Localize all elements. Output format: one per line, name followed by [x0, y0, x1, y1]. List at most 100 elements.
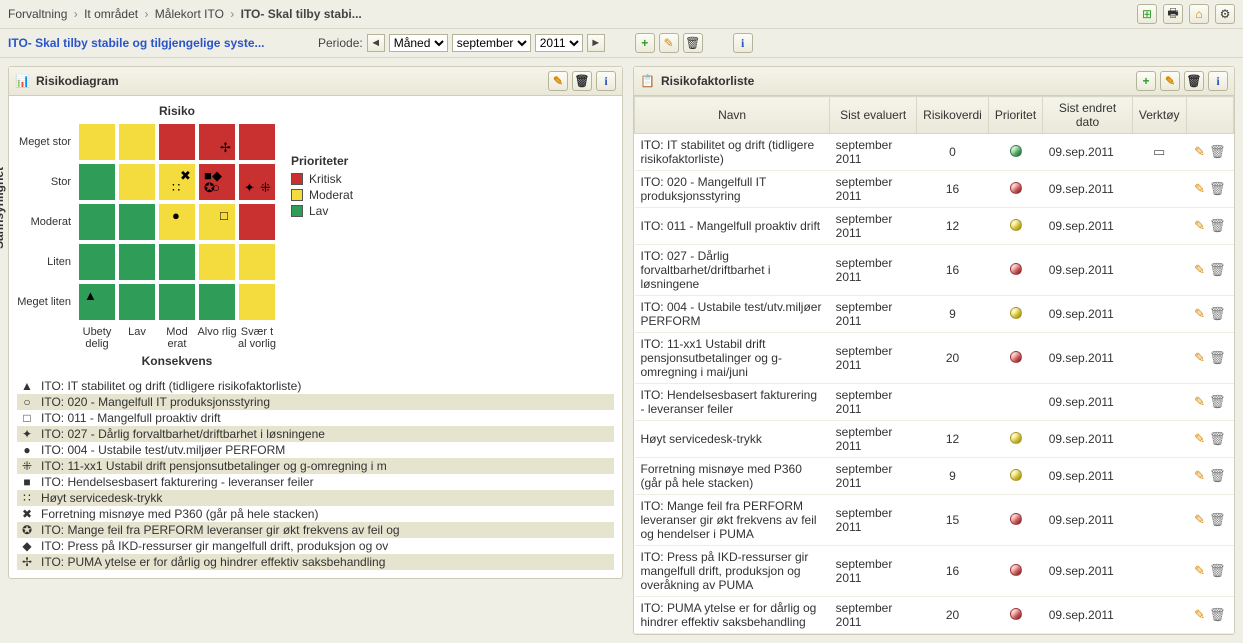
row-edit-button[interactable]: ✎ [1194, 563, 1205, 578]
period-prev-button[interactable]: ◄ [367, 34, 385, 52]
breadcrumb-item[interactable]: It området [84, 7, 138, 21]
risk-list-item[interactable]: ✦ITO: 027 - Dårlig forvaltbarhet/driftba… [17, 426, 614, 442]
panel-info-button[interactable]: i [1208, 71, 1228, 91]
chart-icon: 📊 [15, 74, 30, 88]
marker-symbol-icon: ✪ [19, 523, 35, 537]
panel-edit-button[interactable]: ✎ [1160, 71, 1180, 91]
cell-last-evaluated: september 2011 [830, 495, 917, 546]
table-row[interactable]: ITO: 004 - Ustabile test/utv.miljøer PER… [635, 296, 1234, 333]
row-delete-button[interactable]: 🗑 [1209, 563, 1226, 578]
table-row[interactable]: ITO: Mange feil fra PERFORM leveranser g… [635, 495, 1234, 546]
row-delete-button[interactable]: 🗑 [1209, 468, 1226, 483]
windows-icon[interactable]: ⊞ [1137, 4, 1157, 24]
column-header[interactable]: Sist evaluert [830, 97, 917, 134]
cell-tool [1132, 495, 1186, 546]
table-row[interactable]: ITO: Press på IKD-ressurser gir mangelfu… [635, 546, 1234, 597]
cell-last-evaluated: september 2011 [830, 458, 917, 495]
list-icon: 📋 [640, 74, 655, 88]
cell-tool [1132, 245, 1186, 296]
row-edit-button[interactable]: ✎ [1194, 181, 1205, 196]
cell-last-changed: 09.sep.2011 [1043, 245, 1133, 296]
risk-list-item[interactable]: ○ITO: 020 - Mangelfull IT produksjonssty… [17, 394, 614, 410]
row-delete-button[interactable]: 🗑 [1209, 350, 1226, 365]
risk-list-item[interactable]: ✢ITO: PUMA ytelse er for dårlig og hindr… [17, 554, 614, 570]
row-edit-button[interactable]: ✎ [1194, 144, 1205, 159]
edit-button[interactable]: ✎ [659, 33, 679, 53]
table-row[interactable]: ITO: PUMA ytelse er for dårlig og hindre… [635, 597, 1234, 634]
settings-icon[interactable]: ⚙ [1215, 4, 1235, 24]
row-delete-button[interactable]: 🗑 [1209, 512, 1226, 527]
panel-delete-button[interactable]: 🗑 [572, 71, 592, 91]
table-row[interactable]: ITO: 020 - Mangelfull IT produksjonsstyr… [635, 171, 1234, 208]
cell-tool [1132, 458, 1186, 495]
row-delete-button[interactable]: 🗑 [1209, 394, 1226, 409]
panel-delete-button[interactable]: 🗑 [1184, 71, 1204, 91]
add-button[interactable]: + [635, 33, 655, 53]
panel-edit-button[interactable]: ✎ [548, 71, 568, 91]
row-delete-button[interactable]: 🗑 [1209, 144, 1226, 159]
row-edit-button[interactable]: ✎ [1194, 350, 1205, 365]
risk-list-item[interactable]: ∷Høyt servicedesk-trykk [17, 490, 614, 506]
table-row[interactable]: Forretning misnøye med P360 (går på hele… [635, 458, 1234, 495]
column-header[interactable]: Sist endret dato [1043, 97, 1133, 134]
row-edit-button[interactable]: ✎ [1194, 607, 1205, 622]
breadcrumb-item[interactable]: Målekort ITO [155, 7, 224, 21]
cell-name: ITO: 004 - Ustabile test/utv.miljøer PER… [635, 296, 830, 333]
marker-symbol-icon: ● [19, 443, 35, 457]
column-header[interactable]: Navn [635, 97, 830, 134]
risk-list-item[interactable]: ◆ITO: Press på IKD-ressurser gir mangelf… [17, 538, 614, 554]
panel-add-button[interactable]: + [1136, 71, 1156, 91]
delete-button[interactable]: 🗑 [683, 33, 703, 53]
cell-tool [1132, 597, 1186, 634]
row-edit-button[interactable]: ✎ [1194, 431, 1205, 446]
tool-icon[interactable]: ▭ [1153, 144, 1165, 159]
print-icon[interactable]: 🖶 [1163, 4, 1183, 24]
risk-list-item[interactable]: ▲ITO: IT stabilitet og drift (tidligere … [17, 378, 614, 394]
info-button[interactable]: i [733, 33, 753, 53]
row-edit-button[interactable]: ✎ [1194, 468, 1205, 483]
risk-list-item[interactable]: ⁜ITO: 11-xx1 Ustabil drift pensjonsutbet… [17, 458, 614, 474]
row-delete-button[interactable]: 🗑 [1209, 262, 1226, 277]
table-row[interactable]: Høyt servicedesk-trykkseptember 20111209… [635, 421, 1234, 458]
row-edit-button[interactable]: ✎ [1194, 306, 1205, 321]
breadcrumb: Forvaltning › It området › Målekort ITO … [8, 7, 362, 21]
period-month-select[interactable]: september [452, 34, 531, 52]
cell-last-evaluated: september 2011 [830, 296, 917, 333]
table-row[interactable]: ITO: IT stabilitet og drift (tidligere r… [635, 134, 1234, 171]
marker-symbol-icon: ▲ [19, 379, 35, 393]
home-icon[interactable]: ⌂ [1189, 4, 1209, 24]
row-delete-button[interactable]: 🗑 [1209, 306, 1226, 321]
y-axis-label: Moderat [17, 202, 77, 242]
cell-actions: ✎🗑 [1186, 134, 1233, 171]
legend-item: Lav [291, 204, 353, 218]
row-delete-button[interactable]: 🗑 [1209, 607, 1226, 622]
row-delete-button[interactable]: 🗑 [1209, 181, 1226, 196]
panel-info-button[interactable]: i [596, 71, 616, 91]
column-header[interactable]: Prioritet [988, 97, 1042, 134]
cell-last-evaluated: september 2011 [830, 208, 917, 245]
row-edit-button[interactable]: ✎ [1194, 394, 1205, 409]
legend-label: Moderat [309, 188, 353, 202]
breadcrumb-item[interactable]: Forvaltning [8, 7, 67, 21]
row-delete-button[interactable]: 🗑 [1209, 431, 1226, 446]
cell-risk-value: 9 [917, 296, 989, 333]
risk-list-item[interactable]: ●ITO: 004 - Ustabile test/utv.miljøer PE… [17, 442, 614, 458]
row-edit-button[interactable]: ✎ [1194, 512, 1205, 527]
row-delete-button[interactable]: 🗑 [1209, 218, 1226, 233]
column-header[interactable]: Verktøy [1132, 97, 1186, 134]
row-edit-button[interactable]: ✎ [1194, 262, 1205, 277]
risk-list-item[interactable]: ■ITO: Hendelsesbasert fakturering - leve… [17, 474, 614, 490]
risk-list-item[interactable]: ✪ITO: Mange feil fra PERFORM leveranser … [17, 522, 614, 538]
row-edit-button[interactable]: ✎ [1194, 218, 1205, 233]
panel-title: Risikofaktorliste [661, 74, 754, 88]
risk-list-item[interactable]: ✖Forretning misnøye med P360 (går på hel… [17, 506, 614, 522]
period-next-button[interactable]: ► [587, 34, 605, 52]
table-row[interactable]: ITO: Hendelsesbasert fakturering - lever… [635, 384, 1234, 421]
period-granularity-select[interactable]: Måned [389, 34, 448, 52]
risk-list-item[interactable]: □ITO: 011 - Mangelfull proaktiv drift [17, 410, 614, 426]
table-row[interactable]: ITO: 11-xx1 Ustabil drift pensjonsutbeta… [635, 333, 1234, 384]
period-year-select[interactable]: 2011 [535, 34, 583, 52]
table-row[interactable]: ITO: 011 - Mangelfull proaktiv driftsept… [635, 208, 1234, 245]
table-row[interactable]: ITO: 027 - Dårlig forvaltbarhet/driftbar… [635, 245, 1234, 296]
column-header[interactable]: Risikoverdi [917, 97, 989, 134]
